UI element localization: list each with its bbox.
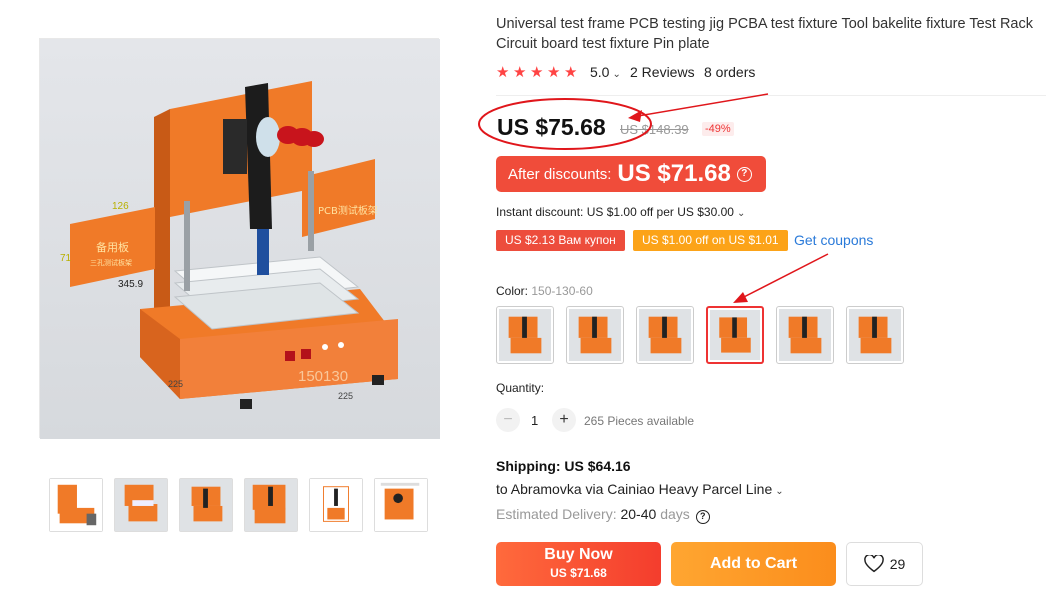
color-swatch[interactable] [776,306,834,364]
gallery-thumbnail[interactable] [114,478,168,532]
color-swatch[interactable] [566,306,624,364]
instant-discount-text: Instant discount: US $1.00 off per US $3… [496,205,734,219]
shipping-destination[interactable]: to Abramovka via Cainiao Heavy Parcel Li… [496,481,784,497]
dimension-top: 126 [112,201,129,212]
dimension-depth: 345.9 [118,279,143,290]
dimension-left: 71 [60,253,72,264]
star-icon: ★ [530,63,544,81]
get-coupons-link[interactable]: Get coupons [794,232,873,248]
star-icon: ★ [496,63,510,81]
color-swatch[interactable] [496,306,554,364]
arrow-annotation [631,93,769,118]
rating-stars: ★ ★ ★ ★ ★ [496,63,581,81]
star-icon: ★ [513,63,527,81]
divider [496,95,1046,96]
instant-discount[interactable]: Instant discount: US $1.00 off per US $3… [496,205,745,219]
after-discounts-label: After discounts: [508,165,612,183]
panel-chinese-sublabel: 三孔测试板架 [90,258,132,267]
arrow-annotation [737,253,829,301]
shipping-cost: Shipping: US $64.16 [496,458,631,474]
quantity-value[interactable]: 1 [531,413,538,428]
current-price: US $75.68 [497,114,606,140]
chevron-down-icon: ⌄ [775,486,784,497]
gallery-thumbnail[interactable] [179,478,233,532]
rating-value: 5.0 [590,64,610,80]
quantity-label: Quantity: [496,381,545,395]
gallery-thumbnail[interactable] [49,478,103,532]
original-price: US $148.39 [620,122,689,137]
buy-now-button[interactable]: Buy Now US $71.68 [496,542,661,586]
chevron-down-icon: ⌄ [736,208,746,219]
heart-icon [863,555,884,573]
est-days: 20-40 [620,506,657,522]
after-discounts-box[interactable]: After discounts: US $71.68 ? [496,156,766,192]
dimension-width-1: 225 [168,379,183,389]
color-swatch-selected[interactable] [706,306,764,364]
estimated-delivery: Estimated Delivery: 20-40 days? [496,506,710,524]
after-discounts-price: US $71.68 [617,160,731,187]
buy-now-price: US $71.68 [550,566,607,580]
quantity-decrease-button[interactable]: − [496,408,520,432]
test-fixture-illustration: 126 71 345.9 225 225 150130 备用板 三孔测试板架 P… [40,39,440,439]
wishlist-count: 29 [889,556,906,572]
pieces-available: 265 Pieces available [584,414,695,428]
est-label: Estimated Delivery: [496,506,617,522]
star-icon: ★ [564,63,578,81]
question-icon[interactable]: ? [736,166,752,182]
reviews-link[interactable]: 2 Reviews [630,64,695,80]
product-title: Universal test frame PCB testing jig PCB… [496,16,1033,52]
wishlist-button[interactable]: 29 [846,542,923,586]
discount-badge: -49% [702,122,734,136]
rating-dropdown[interactable]: 5.0 ⌄ [590,64,621,80]
est-unit: days [660,506,690,522]
color-swatch[interactable] [846,306,904,364]
color-value: 150-130-60 [531,284,593,298]
ship-to-text: to Abramovka via Cainiao Heavy Parcel Li… [496,481,773,497]
orders-count: 8 orders [704,64,756,80]
add-to-cart-button[interactable]: Add to Cart [671,542,836,586]
model-number: 150130 [298,368,348,385]
panel-chinese-label: 备用板 [96,240,129,254]
color-label: Color: 150-130-60 [496,284,593,298]
gallery-thumbnail[interactable] [309,478,363,532]
coupon-tag[interactable]: US $1.00 off on US $1.01 [633,230,788,251]
help-icon[interactable]: ? [695,510,710,524]
color-label-text: Color: [496,284,529,298]
quantity-increase-button[interactable]: + [552,408,576,432]
buy-now-label: Buy Now [544,546,613,563]
main-product-image[interactable]: 126 71 345.9 225 225 150130 备用板 三孔测试板架 P… [39,38,440,439]
dimension-width-2: 225 [338,391,353,401]
color-swatch[interactable] [636,306,694,364]
chevron-down-icon: ⌄ [612,69,621,80]
arrow-head-icon [733,292,748,303]
arrow-head-icon [628,110,642,122]
star-icon: ★ [547,63,561,81]
gallery-thumbnail[interactable] [244,478,298,532]
gallery-thumbnail[interactable] [374,478,428,532]
coupon-tag[interactable]: US $2.13 Вам купон [496,230,625,251]
panel-right-label: PCB测试板架 [318,204,378,217]
